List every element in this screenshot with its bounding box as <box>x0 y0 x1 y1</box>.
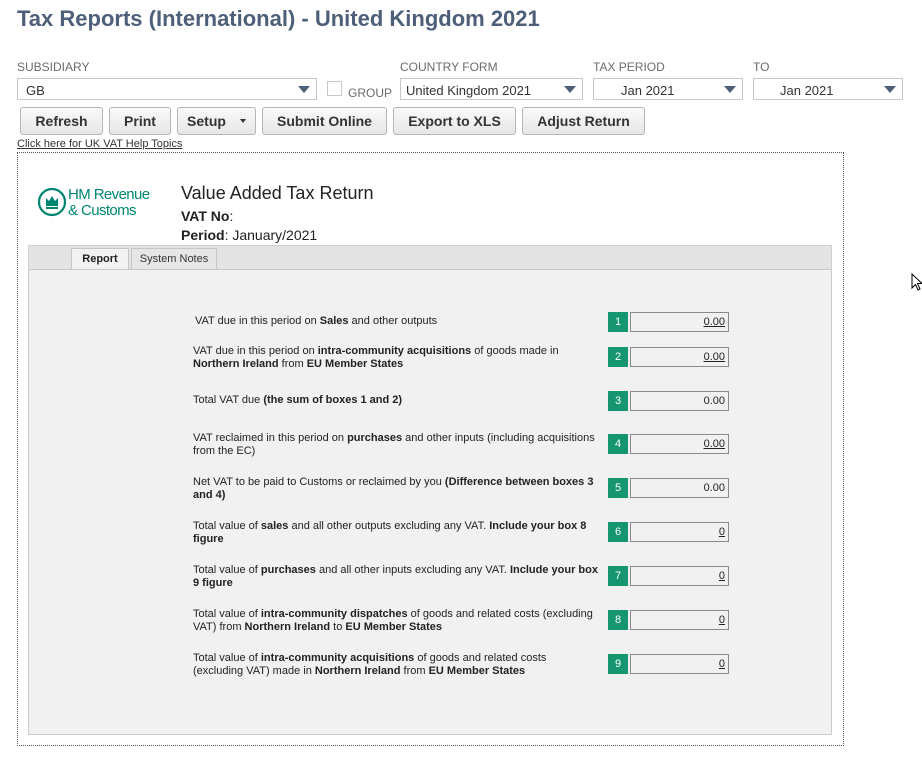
box-6-description: Total value of sales and all other outpu… <box>193 520 587 545</box>
country-form-select[interactable]: United Kingdom 2021 <box>400 78 583 100</box>
box-4-description: VAT reclaimed in this period on purchase… <box>193 432 595 457</box>
to-period-value: Jan 2021 <box>780 83 834 98</box>
export-xls-button-label: Export to XLS <box>408 113 501 129</box>
tab-report[interactable]: Report <box>71 248 129 269</box>
box-1-value[interactable]: 0.00 <box>630 312 729 332</box>
tax-period-label: TAX PERIOD <box>593 60 665 74</box>
box-7-number-badge: 7 <box>608 566 628 586</box>
box-5-value: 0.00 <box>630 478 729 498</box>
box-3-description: Total VAT due (the sum of boxes 1 and 2) <box>193 394 403 406</box>
box-2-description: VAT due in this period on intra-communit… <box>193 345 559 370</box>
vat-no-line: VAT No: <box>181 208 234 224</box>
to-label: TO <box>753 60 770 74</box>
box-8-value[interactable]: 0 <box>630 610 729 630</box>
setup-button-label: Setup <box>187 113 226 129</box>
box-7-description: Total value of purchases and all other i… <box>193 564 598 589</box>
box-4-value[interactable]: 0.00 <box>630 434 729 454</box>
box-2-number-badge: 2 <box>608 347 628 367</box>
box-6-value[interactable]: 0 <box>630 522 729 542</box>
group-label: GROUP <box>348 86 393 100</box>
box-2-value[interactable]: 0.00 <box>630 347 729 367</box>
hmrc-logo: HM Revenue & Customs <box>37 185 162 221</box>
box-5-description: Net VAT to be paid to Customs or reclaim… <box>193 476 594 501</box>
chevron-down-icon <box>564 86 576 93</box>
hmrc-logo-text: HM Revenue & Customs <box>68 186 150 219</box>
to-period-select[interactable]: Jan 2021 <box>753 78 903 100</box>
tab-system-notes[interactable]: System Notes <box>131 248 217 269</box>
box-5-number-badge: 5 <box>608 478 628 498</box>
refresh-button[interactable]: Refresh <box>20 107 103 135</box>
box-8-description: Total value of intra-community dispatche… <box>193 608 593 633</box>
box-9-number-badge: 9 <box>608 654 628 674</box>
tax-period-value: Jan 2021 <box>621 83 675 98</box>
chevron-down-icon <box>884 86 896 93</box>
print-button-label: Print <box>124 113 156 129</box>
box-8-number-badge: 8 <box>608 610 628 630</box>
export-xls-button[interactable]: Export to XLS <box>393 107 516 135</box>
box-7-value[interactable]: 0 <box>630 566 729 586</box>
subsidiary-label: SUBSIDIARY <box>17 60 90 74</box>
box-1-number-badge: 1 <box>608 312 628 332</box>
box-9-description: Total value of intra-community acquisiti… <box>193 652 547 677</box>
print-button[interactable]: Print <box>109 107 171 135</box>
country-form-value: United Kingdom 2021 <box>406 83 532 98</box>
adjust-return-button[interactable]: Adjust Return <box>522 107 645 135</box>
box-6-number-badge: 6 <box>608 522 628 542</box>
box-4-number-badge: 4 <box>608 434 628 454</box>
chevron-down-icon <box>298 86 310 93</box>
subsidiary-select[interactable]: GB <box>17 78 317 100</box>
vat-return-title: Value Added Tax Return <box>181 183 374 203</box>
submit-online-button-label: Submit Online <box>277 113 372 129</box>
country-form-label: COUNTRY FORM <box>400 60 498 74</box>
subsidiary-value: GB <box>26 83 45 98</box>
adjust-return-button-label: Adjust Return <box>537 113 630 129</box>
crown-crest-icon <box>37 187 67 217</box>
vat-help-link[interactable]: Click here for UK VAT Help Topics <box>17 138 182 150</box>
tax-period-select[interactable]: Jan 2021 <box>593 78 743 100</box>
period-line: Period: January/2021 <box>181 227 318 243</box>
box-3-number-badge: 3 <box>608 391 628 411</box>
group-checkbox[interactable] <box>327 81 342 96</box>
caret-down-icon <box>239 119 246 123</box>
box-1-description: VAT due in this period on Sales and othe… <box>195 315 438 327</box>
box-3-value: 0.00 <box>630 391 729 411</box>
setup-button[interactable]: Setup <box>177 107 256 135</box>
chevron-down-icon <box>724 86 736 93</box>
submit-online-button[interactable]: Submit Online <box>262 107 387 135</box>
page-title: Tax Reports (International) - United Kin… <box>17 6 540 31</box>
mouse-cursor-icon <box>911 273 922 291</box>
box-9-value[interactable]: 0 <box>630 654 729 674</box>
refresh-button-label: Refresh <box>35 113 88 129</box>
